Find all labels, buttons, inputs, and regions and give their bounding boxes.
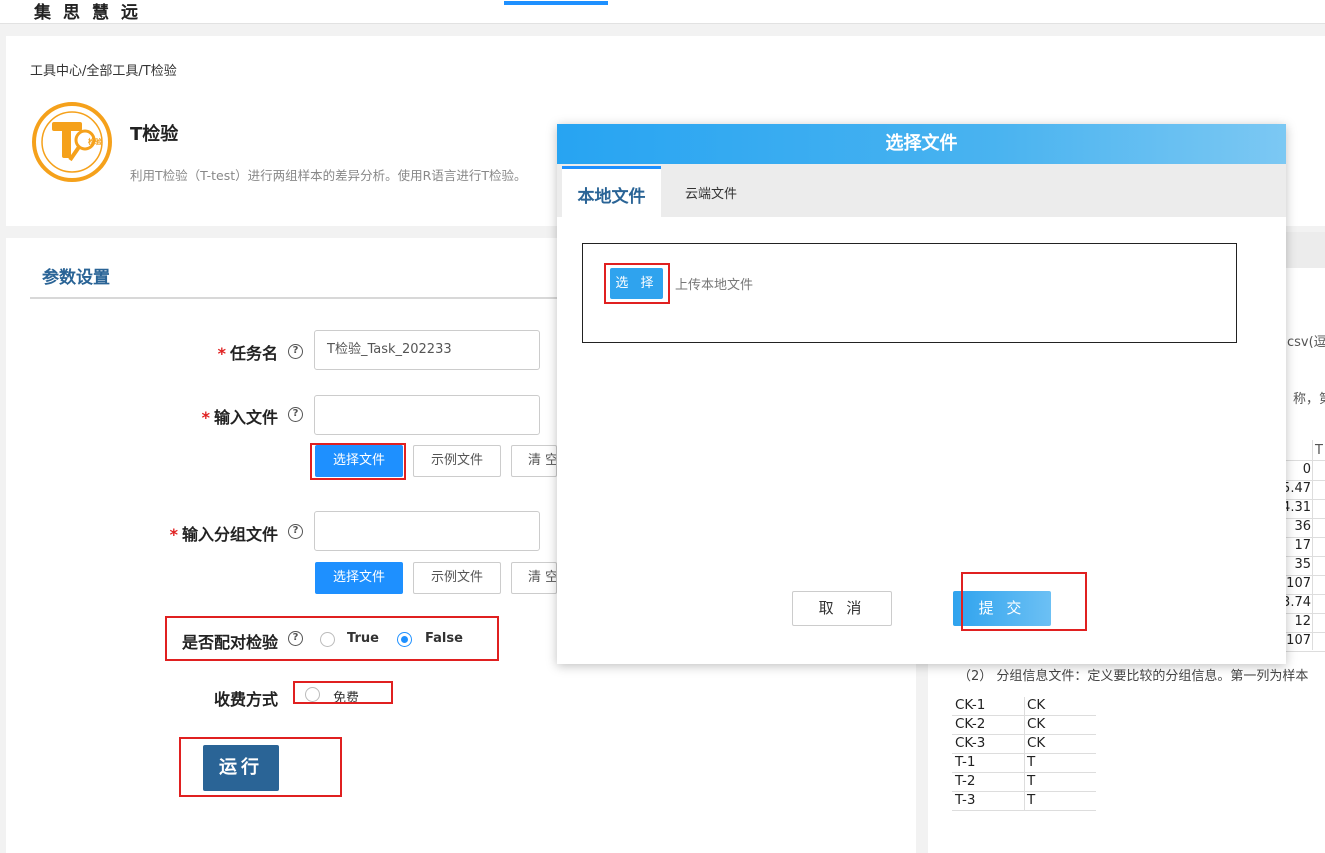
choose-input-file-button[interactable]: 选择文件 [315,445,403,477]
required-mark: * [201,408,210,427]
required-mark: * [217,344,226,363]
required-mark: * [169,525,178,544]
select-local-file-button[interactable]: 选 择 [610,268,663,299]
group-table-sample-cell: CK-2 [955,716,986,732]
help-icon[interactable]: ? [288,524,303,539]
doc-text-snippet: csv(逗号 [1287,335,1325,350]
group-table-group-cell: T [1027,754,1036,770]
cancel-button[interactable]: 取 消 [792,591,892,626]
group-table-group-cell: CK [1027,716,1046,732]
group-table-group-cell: CK [1027,697,1046,713]
example-input-file-button[interactable]: 示例文件 [413,445,501,477]
table-header-cell: T [1315,443,1323,458]
help-icon[interactable]: ? [288,344,303,359]
tool-icon-text: 检验 [88,137,103,146]
fee-free-label[interactable]: 免费 [333,687,359,706]
submit-button[interactable]: 提 交 [953,591,1051,626]
group-table-sample-cell: T-1 [955,754,976,770]
breadcrumb[interactable]: 工具中心/全部工具/T检验 [30,60,177,79]
table-divider [1024,697,1025,811]
input-file-label: * 输入文件 [201,408,278,427]
group-file-note: （2） 分组信息文件：定义要比较的分组信息。第一列为样本 [958,669,1309,684]
tool-title: T检验 [130,124,179,145]
paired-false-label[interactable]: False [425,631,463,646]
task-name-label: * 任务名 [217,344,278,363]
input-file-field[interactable] [314,395,540,435]
run-button[interactable]: 运行 [203,745,279,791]
doc-text-snippet: 称，第 [1293,392,1325,407]
paired-true-label[interactable]: True [347,631,379,646]
help-icon[interactable]: ? [288,631,303,646]
group-table-sample-cell: T-3 [955,792,976,808]
group-table-group-cell: T [1027,792,1036,808]
paired-false-radio[interactable] [397,632,412,647]
paired-test-label: 是否配对检验 [181,633,278,652]
help-icon[interactable]: ? [288,407,303,422]
example-group-file-button[interactable]: 示例文件 [413,562,501,594]
upload-tip: 上传本地文件 [675,278,754,293]
modal-title: 选择文件 [557,124,1286,164]
task-name-input[interactable]: T检验_Task_202233 [314,330,540,370]
modal-tab-bar [557,164,1286,217]
table-divider [1312,440,1313,650]
help-doc-tab-strip [1286,232,1325,268]
clear-group-file-button[interactable]: 清 空 [511,562,557,594]
params-section-title: 参数设置 [42,268,110,288]
fee-method-label: 收费方式 [213,690,278,709]
fee-free-radio[interactable] [305,687,320,702]
tab-local-file[interactable]: 本地文件 [562,166,661,217]
table-divider [1286,460,1325,461]
group-table-sample-cell: CK-1 [955,697,986,713]
app-logo[interactable]: 集思慧远 [34,0,150,23]
paired-true-radio[interactable] [320,632,335,647]
group-file-field[interactable] [314,511,540,551]
group-table-group-cell: T [1027,773,1036,789]
group-table-sample-cell: CK-3 [955,735,986,751]
tab-cloud-file[interactable]: 云端文件 [685,183,737,202]
choose-group-file-button[interactable]: 选择文件 [315,562,403,594]
tool-description: 利用T检验（T-test）进行两组样本的差异分析。使用R语言进行T检验。 [130,168,527,183]
group-table-group-cell: CK [1027,735,1046,751]
clear-input-file-button[interactable]: 清 空 [511,445,557,477]
table-divider [1286,651,1325,652]
group-file-label: * 输入分组文件 [169,525,278,544]
nav-active-indicator [504,1,608,5]
top-nav-bar [0,0,1325,24]
upload-area [582,243,1237,343]
group-table-sample-cell: T-2 [955,773,976,789]
t-test-tool-icon: 检验 [32,102,112,182]
